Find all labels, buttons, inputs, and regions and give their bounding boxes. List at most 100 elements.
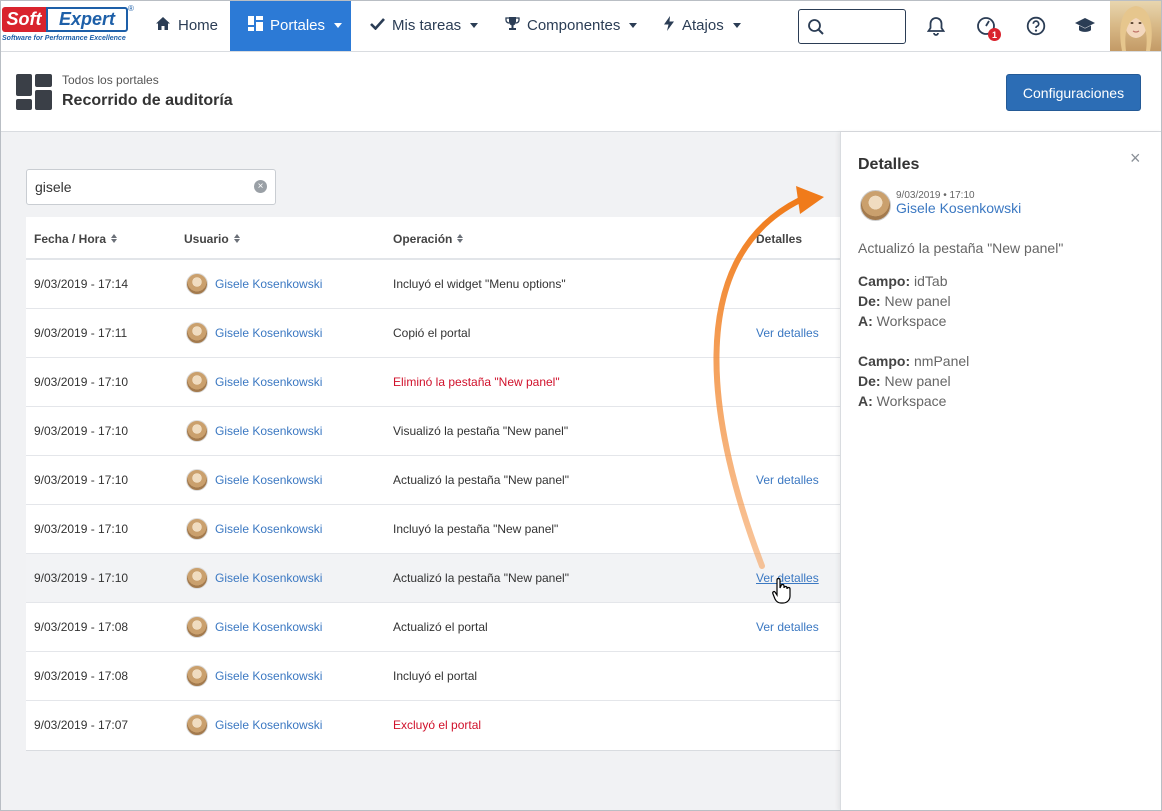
nav-home-label: Home bbox=[178, 17, 219, 34]
user-link[interactable]: Gisele Kosenkowski bbox=[215, 375, 322, 389]
trophy-icon bbox=[505, 16, 520, 35]
audit-table: Fecha / Hora Usuario Operación Detalles … bbox=[26, 217, 846, 751]
nav-componentes[interactable]: Componentes bbox=[505, 0, 638, 51]
nav-atajos[interactable]: Atajos bbox=[663, 0, 741, 51]
ver-detalles-link[interactable]: Ver detalles bbox=[756, 603, 819, 651]
logo-registered-mark: ® bbox=[128, 4, 134, 13]
avatar bbox=[186, 616, 208, 638]
cell-fecha: 9/03/2019 - 17:08 bbox=[34, 669, 129, 683]
notification-count-badge: 1 bbox=[988, 28, 1001, 41]
table-row[interactable]: 9/03/2019 - 17:10 Gisele Kosenkowski Eli… bbox=[26, 358, 846, 407]
page-header: Todos los portales Recorrido de auditorí… bbox=[0, 52, 1162, 132]
cell-fecha: 9/03/2019 - 17:10 bbox=[34, 473, 129, 487]
softexpert-logo[interactable]: Soft Expert ® Software for Performance E… bbox=[2, 4, 134, 47]
performance-gauge-icon[interactable]: 1 bbox=[974, 14, 1001, 41]
notifications-bell-icon[interactable] bbox=[924, 14, 948, 38]
cell-operacion: Actualizó la pestaña "New panel" bbox=[393, 473, 569, 487]
change-1-de: De: New panel bbox=[858, 293, 951, 309]
help-icon[interactable] bbox=[1024, 14, 1048, 38]
table-row[interactable]: 9/03/2019 - 17:08 Gisele Kosenkowski Act… bbox=[26, 603, 846, 652]
details-user-link[interactable]: Gisele Kosenkowski bbox=[896, 200, 1021, 216]
change-1-campo: Campo: idTab bbox=[858, 273, 947, 289]
ver-detalles-link[interactable]: Ver detalles bbox=[756, 456, 819, 504]
cell-usuario: Gisele Kosenkowski bbox=[186, 407, 322, 455]
column-operacion[interactable]: Operación bbox=[393, 217, 464, 260]
cell-usuario: Gisele Kosenkowski bbox=[186, 652, 322, 700]
cell-fecha: 9/03/2019 - 17:14 bbox=[34, 277, 129, 291]
cell-operacion: Visualizó la pestaña "New panel" bbox=[393, 424, 569, 438]
table-row[interactable]: 9/03/2019 - 17:11 Gisele Kosenkowski Cop… bbox=[26, 309, 846, 358]
table-row[interactable]: 9/03/2019 - 17:10 Gisele Kosenkowski Act… bbox=[26, 456, 846, 505]
avatar bbox=[186, 273, 208, 295]
configuraciones-button[interactable]: Configuraciones bbox=[1006, 74, 1141, 111]
table-row[interactable]: 9/03/2019 - 17:07 Gisele Kosenkowski Exc… bbox=[26, 701, 846, 750]
user-profile-avatar[interactable] bbox=[1110, 0, 1162, 51]
global-search-input[interactable] bbox=[798, 9, 906, 44]
user-link[interactable]: Gisele Kosenkowski bbox=[215, 277, 322, 291]
cell-fecha: 9/03/2019 - 17:08 bbox=[34, 620, 129, 634]
cell-operacion: Actualizó la pestaña "New panel" bbox=[393, 571, 569, 585]
table-row[interactable]: 9/03/2019 - 17:08 Gisele Kosenkowski Inc… bbox=[26, 652, 846, 701]
user-link[interactable]: Gisele Kosenkowski bbox=[215, 473, 322, 487]
avatar bbox=[186, 714, 208, 736]
cell-usuario: Gisele Kosenkowski bbox=[186, 260, 322, 308]
ver-detalles-link[interactable]: Ver detalles bbox=[756, 309, 819, 357]
cell-operacion: Copió el portal bbox=[393, 326, 471, 340]
cell-fecha: 9/03/2019 - 17:07 bbox=[34, 718, 129, 732]
user-link[interactable]: Gisele Kosenkowski bbox=[215, 522, 322, 536]
avatar bbox=[186, 371, 208, 393]
table-row[interactable]: 9/03/2019 - 17:10 Gisele Kosenkowski Vis… bbox=[26, 407, 846, 456]
cell-fecha: 9/03/2019 - 17:11 bbox=[34, 326, 128, 340]
user-link[interactable]: Gisele Kosenkowski bbox=[215, 669, 322, 683]
cell-usuario: Gisele Kosenkowski bbox=[186, 603, 322, 651]
cell-operacion: Excluyó el portal bbox=[393, 718, 482, 732]
cell-fecha: 9/03/2019 - 17:10 bbox=[34, 375, 129, 389]
home-icon bbox=[155, 16, 171, 35]
user-link[interactable]: Gisele Kosenkowski bbox=[215, 718, 322, 732]
nav-atajos-label: Atajos bbox=[682, 17, 724, 34]
portal-dashboard-icon bbox=[16, 74, 52, 110]
avatar bbox=[186, 518, 208, 540]
table-row-hovered[interactable]: 9/03/2019 - 17:10 Gisele Kosenkowski Act… bbox=[26, 554, 846, 603]
graduation-cap-icon[interactable] bbox=[1073, 14, 1097, 38]
column-operacion-label: Operación bbox=[393, 231, 453, 246]
audit-filter-input[interactable]: gisele bbox=[26, 169, 276, 205]
change-1-a: A: Workspace bbox=[858, 313, 946, 329]
clear-filter-icon[interactable]: × bbox=[254, 180, 267, 193]
close-icon[interactable]: × bbox=[1130, 148, 1141, 169]
cell-operacion: Incluyó el widget "Menu options" bbox=[393, 277, 566, 291]
cell-usuario: Gisele Kosenkowski bbox=[186, 554, 322, 602]
top-navbar: Soft Expert ® Software for Performance E… bbox=[0, 0, 1162, 52]
table-row[interactable]: 9/03/2019 - 17:10 Gisele Kosenkowski Inc… bbox=[26, 505, 846, 554]
nav-home[interactable]: Home bbox=[155, 0, 218, 51]
logo-expert-text: Expert bbox=[46, 7, 128, 32]
page-title: Recorrido de auditoría bbox=[62, 92, 233, 109]
table-row[interactable]: 9/03/2019 - 17:14 Gisele Kosenkowski Inc… bbox=[26, 260, 846, 309]
avatar bbox=[860, 190, 891, 221]
column-fecha-hora[interactable]: Fecha / Hora bbox=[34, 217, 118, 260]
cell-usuario: Gisele Kosenkowski bbox=[186, 309, 322, 357]
breadcrumb[interactable]: Todos los portales bbox=[62, 73, 159, 87]
nav-componentes-label: Componentes bbox=[527, 17, 621, 34]
details-panel: Detalles × 9/03/2019 • 17:10 Gisele Kose… bbox=[840, 132, 1162, 811]
cell-fecha: 9/03/2019 - 17:10 bbox=[34, 424, 129, 438]
column-usuario[interactable]: Usuario bbox=[184, 217, 240, 260]
nav-portales[interactable]: Portales bbox=[230, 0, 351, 51]
user-link[interactable]: Gisele Kosenkowski bbox=[215, 424, 322, 438]
de-value: New panel bbox=[884, 293, 951, 309]
user-link[interactable]: Gisele Kosenkowski bbox=[215, 326, 322, 340]
user-link[interactable]: Gisele Kosenkowski bbox=[215, 571, 322, 585]
avatar bbox=[186, 665, 208, 687]
user-link[interactable]: Gisele Kosenkowski bbox=[215, 620, 322, 634]
nav-portales-label: Portales bbox=[270, 17, 326, 34]
nav-mis-tareas[interactable]: Mis tareas bbox=[370, 0, 479, 51]
a-value: Workspace bbox=[876, 393, 947, 409]
column-fecha-hora-label: Fecha / Hora bbox=[34, 231, 107, 246]
chevron-down-icon bbox=[334, 23, 343, 28]
details-action-text: Actualizó la pestaña "New panel" bbox=[858, 240, 1064, 256]
change-2-campo: Campo: nmPanel bbox=[858, 353, 969, 369]
ver-detalles-link[interactable]: Ver detalles bbox=[756, 554, 819, 602]
cell-operacion: Incluyó el portal bbox=[393, 669, 478, 683]
chevron-down-icon bbox=[470, 23, 479, 28]
de-label: De: bbox=[858, 373, 881, 389]
